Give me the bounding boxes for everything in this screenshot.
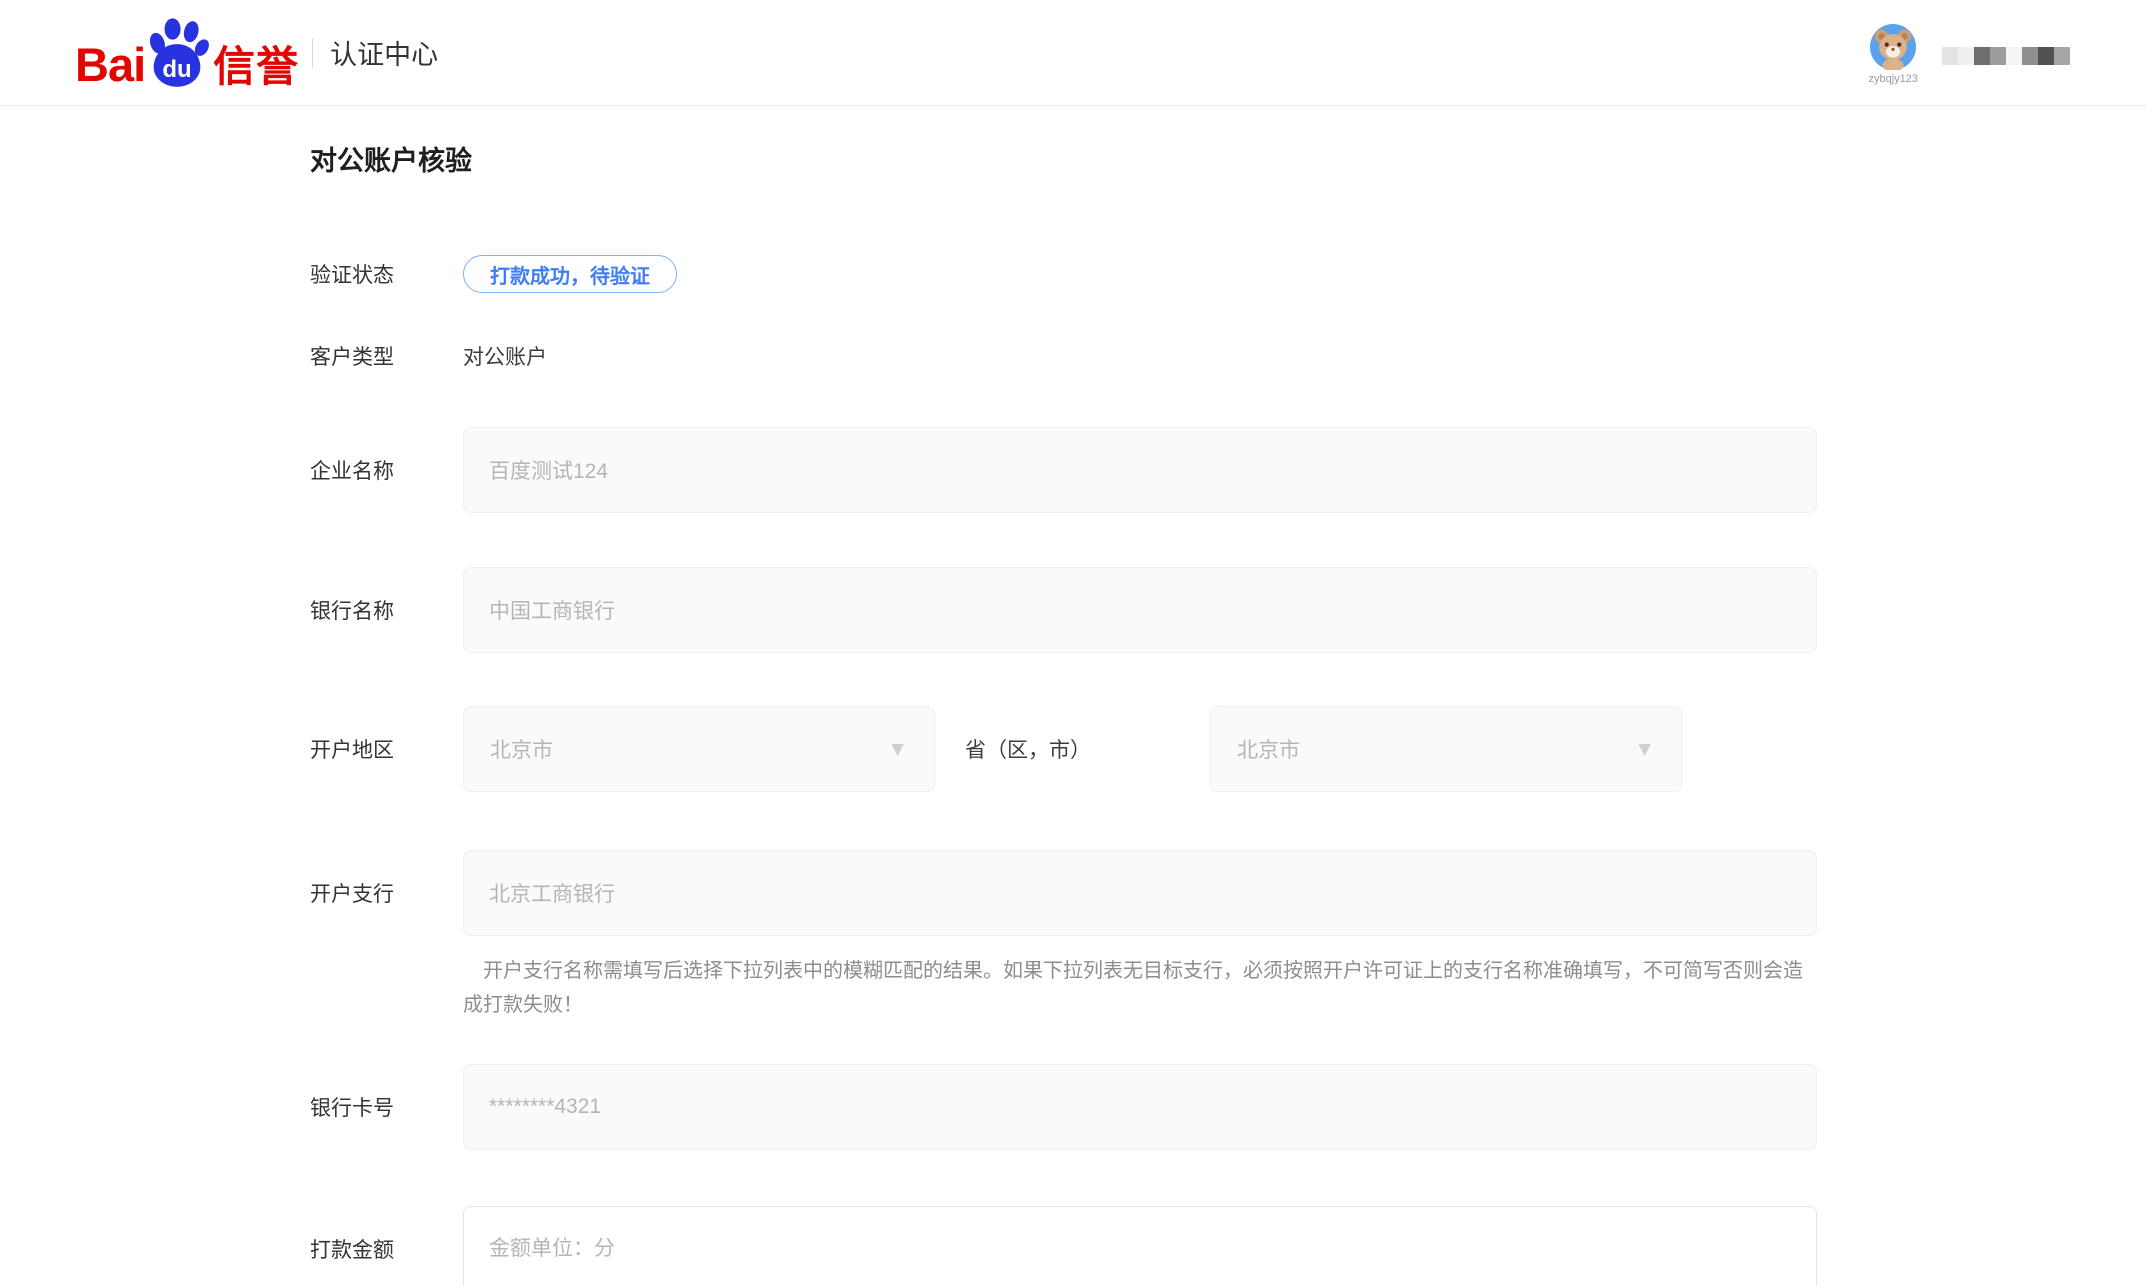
status-badge: 打款成功，待验证: [463, 255, 677, 293]
card-number-row: 银行卡号: [310, 1064, 2146, 1150]
verify-status-row: 验证状态 打款成功，待验证: [310, 255, 2146, 293]
bank-name-label: 银行名称: [310, 595, 463, 625]
logo-text-bai: Bai: [75, 41, 145, 88]
bank-branch-row: 开户支行: [310, 850, 2146, 936]
baidu-xinyu-logo[interactable]: Bai du 信誉: [75, 18, 299, 88]
company-name-label: 企业名称: [310, 455, 463, 485]
verify-status-label: 验证状态: [310, 259, 463, 289]
bank-region-row: 开户地区 北京市 ▼ 省（区，市） 北京市 ▼: [310, 706, 2146, 792]
bank-branch-label: 开户支行: [310, 878, 463, 908]
payment-amount-row: 打款金额: [310, 1206, 2146, 1286]
chevron-down-icon: ▼: [887, 739, 908, 760]
header-divider: [312, 38, 313, 68]
bank-branch-input[interactable]: [463, 850, 1817, 936]
card-number-input[interactable]: [463, 1064, 1817, 1150]
customer-type-label: 客户类型: [310, 341, 463, 371]
censored-text: [1942, 47, 2070, 65]
branch-help-text: 开户支行名称需填写后选择下拉列表中的模糊匹配的结果。如果下拉列表无目标支行，必须…: [463, 954, 1817, 1022]
verification-form: 对公账户核验 验证状态 打款成功，待验证 客户类型 对公账户 企业名称 银行名称…: [0, 106, 2146, 1286]
province-select[interactable]: 北京市 ▼: [463, 706, 935, 792]
company-name-row: 企业名称: [310, 427, 2146, 513]
header-title: 认证中心: [330, 33, 438, 72]
svg-text:du: du: [162, 56, 191, 83]
province-select-value: 北京市: [490, 734, 553, 764]
city-select-value: 北京市: [1237, 734, 1300, 764]
region-hint-label: 省（区，市）: [965, 734, 1210, 764]
card-number-label: 银行卡号: [310, 1092, 463, 1122]
chevron-down-icon: ▼: [1634, 739, 1655, 760]
bank-region-label: 开户地区: [310, 734, 463, 764]
bank-branch-help-row: 开户支行名称需填写后选择下拉列表中的模糊匹配的结果。如果下拉列表无目标支行，必须…: [310, 954, 2146, 1022]
username-label: zybqjy123: [1868, 73, 1918, 85]
company-name-input[interactable]: [463, 427, 1817, 513]
customer-type-row: 客户类型 对公账户: [310, 341, 2146, 371]
user-avatar[interactable]: [1870, 24, 1916, 70]
customer-type-value: 对公账户: [463, 341, 547, 371]
payment-amount-label: 打款金额: [310, 1234, 463, 1264]
bank-name-row: 银行名称: [310, 567, 2146, 653]
city-select[interactable]: 北京市 ▼: [1210, 706, 1682, 792]
user-menu[interactable]: zybqjy123: [1868, 24, 1918, 85]
logo-text-brand: 信誉: [213, 46, 299, 88]
page-title: 对公账户核验: [310, 146, 2146, 177]
baidu-paw-icon: du: [145, 18, 209, 88]
bank-name-input[interactable]: [463, 567, 1817, 653]
app-header: Bai du 信誉 认证中心 zybqjy123: [0, 0, 2146, 106]
payment-amount-input[interactable]: [463, 1206, 1817, 1286]
